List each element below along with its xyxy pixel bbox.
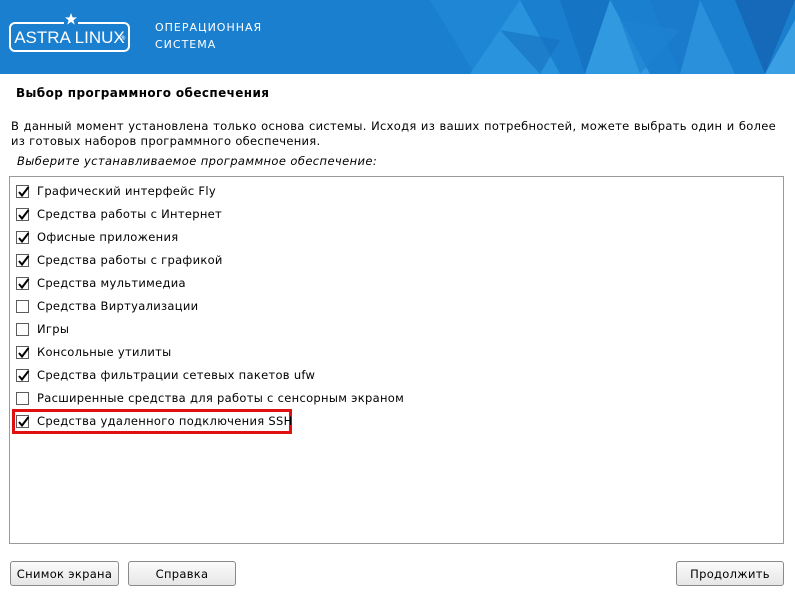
checkbox-checked[interactable] — [16, 230, 30, 244]
software-item-label: Консольные утилиты — [37, 345, 172, 359]
checkbox-checked[interactable] — [16, 345, 30, 359]
software-item-label: Средства работы с Интернет — [37, 207, 223, 221]
software-item-label: Средства удаленного подключения SSH — [37, 414, 293, 428]
star-icon — [64, 12, 78, 26]
checkmark-icon — [18, 346, 30, 358]
checkbox-checked[interactable] — [16, 414, 30, 428]
software-item[interactable]: Игры — [16, 319, 69, 339]
continue-button[interactable]: Продолжить — [676, 561, 784, 586]
help-button[interactable]: Справка — [128, 561, 236, 586]
checkmark-icon — [18, 231, 30, 243]
software-item[interactable]: Средства удаленного подключения SSH — [16, 411, 293, 431]
page-title: Выбор программного обеспечения — [16, 86, 270, 100]
astra-logo: ASTRA LINUX ® — [9, 12, 130, 52]
software-item-label: Расширенные средства для работы с сенсор… — [37, 391, 405, 405]
software-item-label: Графический интерфейс Fly — [37, 184, 216, 198]
checkmark-icon — [18, 185, 30, 197]
registered-mark: ® — [120, 35, 126, 42]
checkbox-checked[interactable] — [16, 276, 30, 290]
checkmark-icon — [18, 415, 30, 427]
software-item[interactable]: Средства работы с Интернет — [16, 204, 222, 224]
checkbox-unchecked[interactable] — [16, 322, 29, 336]
software-item[interactable]: Средства мультимедиа — [16, 273, 186, 293]
software-item[interactable]: Средства работы с графикой — [16, 250, 223, 270]
software-item-label: Средства Виртуализации — [37, 299, 199, 313]
header-banner: ASTRA LINUX ® ОПЕРАЦИОННАЯ СИСТЕМА — [0, 0, 795, 74]
checkbox-unchecked[interactable] — [16, 299, 29, 313]
page-description: В данный момент установлена только основ… — [11, 119, 776, 148]
checkbox-checked[interactable] — [16, 368, 30, 382]
os-line-1: ОПЕРАЦИОННАЯ — [155, 21, 263, 34]
checkmark-icon — [18, 208, 30, 220]
checkmark-icon — [18, 369, 30, 381]
software-item-label: Игры — [37, 322, 70, 336]
software-item-label: Средства работы с графикой — [37, 253, 223, 267]
software-item[interactable]: Средства фильтрации сетевых пакетов ufw — [16, 365, 315, 385]
os-line-2: СИСТЕМА — [155, 38, 217, 51]
software-item-label: Офисные приложения — [37, 230, 179, 244]
logo-text: ASTRA LINUX — [14, 28, 125, 47]
software-item-label: Средства мультимедиа — [37, 276, 186, 290]
screenshot-button[interactable]: Снимок экрана — [10, 561, 119, 586]
checkmark-icon — [18, 254, 30, 266]
software-item[interactable]: Офисные приложения — [16, 227, 178, 247]
checkbox-checked[interactable] — [16, 207, 30, 221]
checkmark-icon — [18, 277, 30, 289]
software-item[interactable]: Средства Виртуализации — [16, 296, 198, 316]
checkbox-checked[interactable] — [16, 253, 30, 267]
software-item[interactable]: Консольные утилиты — [16, 342, 172, 362]
software-item[interactable]: Расширенные средства для работы с сенсор… — [16, 388, 404, 408]
software-item[interactable]: Графический интерфейс Fly — [16, 181, 216, 201]
software-item-label: Средства фильтрации сетевых пакетов ufw — [37, 368, 316, 382]
checkbox-unchecked[interactable] — [16, 391, 29, 405]
checkbox-checked[interactable] — [16, 184, 30, 198]
selection-prompt: Выберите устанавливаемое программное обе… — [17, 154, 378, 168]
software-list: Графический интерфейс Fly Средства работы… — [9, 176, 784, 544]
